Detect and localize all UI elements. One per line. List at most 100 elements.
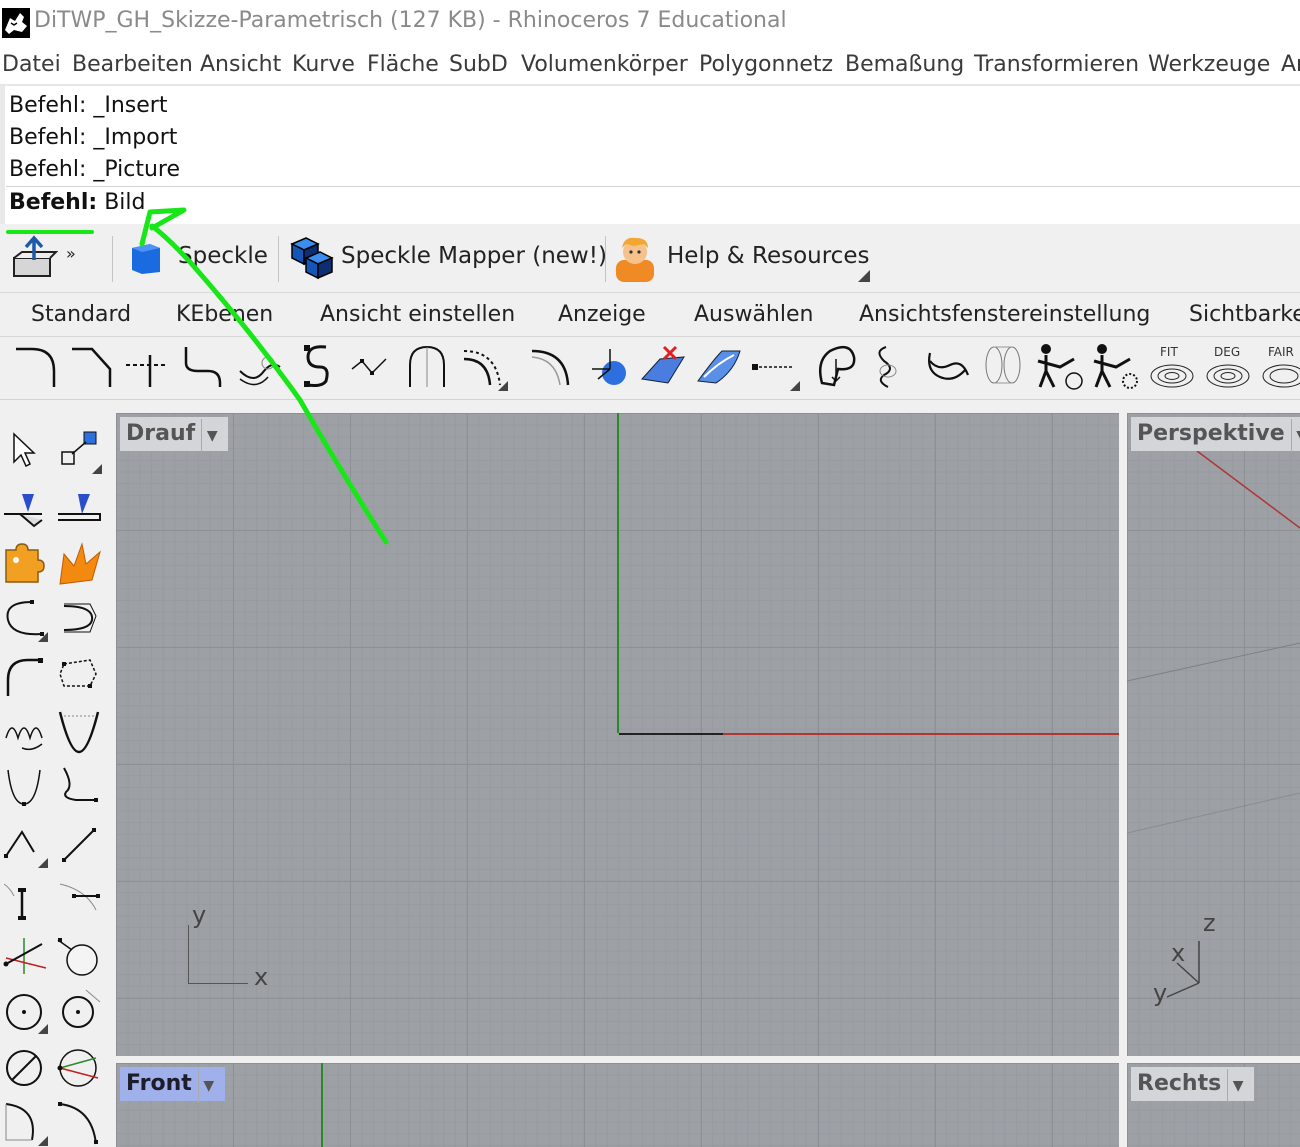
menu-polygonnetz[interactable]: Polygonnetz <box>699 52 833 77</box>
polyline-up-icon[interactable] <box>2 822 48 868</box>
speckle-cube-icon[interactable] <box>128 240 164 276</box>
point-edit-icon[interactable] <box>56 428 102 474</box>
viewport-front-label[interactable]: Front ▼ <box>120 1067 225 1103</box>
help-resources-button[interactable]: Help & Resources <box>667 243 869 269</box>
line-angle-icon[interactable] <box>2 934 48 980</box>
tab-sichtbarkeit[interactable]: Sichtbarke <box>1189 302 1300 327</box>
menu-bearbeiten[interactable]: Bearbeiten <box>72 52 193 77</box>
circle-diameter-icon[interactable] <box>2 1044 48 1090</box>
crane-gear-icon[interactable] <box>1090 341 1140 391</box>
y-axis-line <box>617 413 619 733</box>
menu-subd[interactable]: SubD <box>449 52 508 77</box>
menu-flaeche[interactable]: Fläche <box>367 52 439 77</box>
menu-volumenkoerper[interactable]: Volumenkörper <box>521 52 688 77</box>
command-prompt[interactable]: Befehl: Bild <box>9 190 145 215</box>
menu-transformieren[interactable]: Transformieren <box>974 52 1139 77</box>
arc-tangent-icon[interactable] <box>2 652 48 698</box>
helix-icon[interactable] <box>2 708 48 754</box>
menu-datei[interactable]: Datei <box>2 52 61 77</box>
curve-points-icon[interactable] <box>2 596 48 642</box>
arc-endpoints-icon[interactable] <box>56 1100 102 1146</box>
extend-curve-icon[interactable] <box>122 341 172 391</box>
arc-3point-icon[interactable] <box>56 1044 102 1090</box>
speckle-mapper-icon[interactable] <box>288 234 334 280</box>
crane-tool-icon[interactable] <box>1034 341 1084 391</box>
deg-label: DEG <box>1214 345 1241 359</box>
menu-more[interactable]: Ar <box>1281 52 1300 77</box>
curve-network-icon[interactable] <box>978 341 1028 391</box>
menu-ansicht[interactable]: Ansicht <box>200 52 281 77</box>
tab-auswaehlen[interactable]: Auswählen <box>694 302 813 327</box>
select-arrow-icon[interactable] <box>2 428 48 474</box>
curve-tools-row: FIT DEG FAIR <box>0 337 1300 400</box>
deg-curve-button[interactable]: DEG <box>1202 341 1254 391</box>
vertical-line-icon[interactable] <box>2 880 48 926</box>
tab-standard[interactable]: Standard <box>31 302 131 327</box>
viewport-right-label[interactable]: Rechts ▼ <box>1131 1067 1255 1103</box>
fit-curve-button[interactable]: FIT <box>1146 341 1198 391</box>
curve-extend-icon[interactable] <box>56 764 102 810</box>
viewport-top-label[interactable]: Drauf ▼ <box>120 417 229 453</box>
command-history-line: Befehl: _Import <box>9 125 178 150</box>
chamfer-curves-icon[interactable] <box>66 341 116 391</box>
offset-curve-icon[interactable] <box>234 341 284 391</box>
curve-from-arc-icon[interactable] <box>458 341 508 391</box>
viewport-menu-arrow-icon[interactable]: ▼ <box>1290 419 1300 453</box>
arch-curve-icon[interactable] <box>402 341 452 391</box>
blend-curves-icon[interactable] <box>178 341 228 391</box>
speckle-button[interactable]: Speckle <box>178 243 268 269</box>
parabola-icon[interactable] <box>56 708 102 754</box>
closed-polygon-icon[interactable] <box>56 652 102 698</box>
surface-patch-icon[interactable] <box>694 341 744 391</box>
gumball-sphere-icon[interactable] <box>584 341 634 391</box>
curve-boolean-icon[interactable] <box>922 341 972 391</box>
puzzle-tools-icon[interactable] <box>2 540 48 586</box>
menu-werkzeuge[interactable]: Werkzeuge <box>1148 52 1270 77</box>
toolbar-overflow-button[interactable]: » <box>66 244 76 263</box>
tab-ansichtsfenstereinstellung[interactable]: Ansichtsfenstereinstellung <box>859 302 1150 327</box>
viewport-front[interactable]: Front ▼ <box>116 1063 1119 1147</box>
speckle-mapper-button[interactable]: Speckle Mapper (new!) <box>341 243 607 269</box>
control-polygon-icon[interactable] <box>56 596 102 642</box>
fair-curve-button[interactable]: FAIR <box>1258 341 1300 391</box>
fillet-curves-icon[interactable] <box>10 341 60 391</box>
surface-delete-icon[interactable] <box>638 341 688 391</box>
title-bar: DiTWP_GH_Skizze-Parametrisch (127 KB) - … <box>0 0 1300 48</box>
arc-curve-icon[interactable] <box>526 341 576 391</box>
tab-anzeige[interactable]: Anzeige <box>558 302 646 327</box>
menu-bemassung[interactable]: Bemaßung <box>845 52 964 77</box>
tab-kebenen[interactable]: KEbenen <box>176 302 273 327</box>
viewport-top[interactable]: Drauf ▼ y x <box>116 413 1119 1056</box>
menu-kurve[interactable]: Kurve <box>292 52 355 77</box>
polyline-tool-icon[interactable] <box>346 341 396 391</box>
plane-snap-icon[interactable] <box>2 486 48 532</box>
flyout-triangle-icon[interactable] <box>858 270 870 282</box>
ellipse-arc-icon[interactable] <box>2 1100 48 1146</box>
tangent-line-icon[interactable] <box>56 880 102 926</box>
closed-curve-icon[interactable] <box>812 341 862 391</box>
viewport-menu-arrow-icon[interactable]: ▼ <box>197 1069 219 1103</box>
axis-label-x: x <box>254 963 269 991</box>
command-input[interactable]: Bild <box>104 190 145 215</box>
sphere-tangent-icon[interactable] <box>56 934 102 980</box>
fit-label: FIT <box>1160 345 1178 359</box>
viewport-menu-arrow-icon[interactable]: ▼ <box>1227 1069 1248 1103</box>
conic-icon[interactable] <box>2 764 48 810</box>
loop-curve-icon[interactable] <box>866 341 916 391</box>
viewport-perspective-label[interactable]: Perspektive▼ <box>1131 417 1300 453</box>
dimension-line-icon[interactable] <box>750 341 800 391</box>
fit-spiral-icon <box>1150 364 1194 388</box>
viewport-menu-arrow-icon[interactable]: ▼ <box>201 419 222 453</box>
command-area: Befehl: _Insert Befehl: _Import Befehl: … <box>0 86 1300 224</box>
tab-ansicht-einstellen[interactable]: Ansicht einstellen <box>320 302 515 327</box>
viewport-perspective[interactable]: Perspektive▼ z x y <box>1127 413 1300 1056</box>
viewport-right[interactable]: Rechts ▼ <box>1127 1063 1300 1147</box>
circle-center-icon[interactable] <box>2 988 48 1034</box>
plane-align-icon[interactable] <box>56 486 102 532</box>
circle-tangent-icon[interactable] <box>56 988 102 1034</box>
export-box-icon[interactable] <box>10 234 58 282</box>
explode-icon[interactable] <box>56 540 102 586</box>
help-person-icon[interactable] <box>614 234 656 282</box>
adjustable-blend-icon[interactable] <box>290 341 340 391</box>
line-segment-icon[interactable] <box>56 822 102 868</box>
